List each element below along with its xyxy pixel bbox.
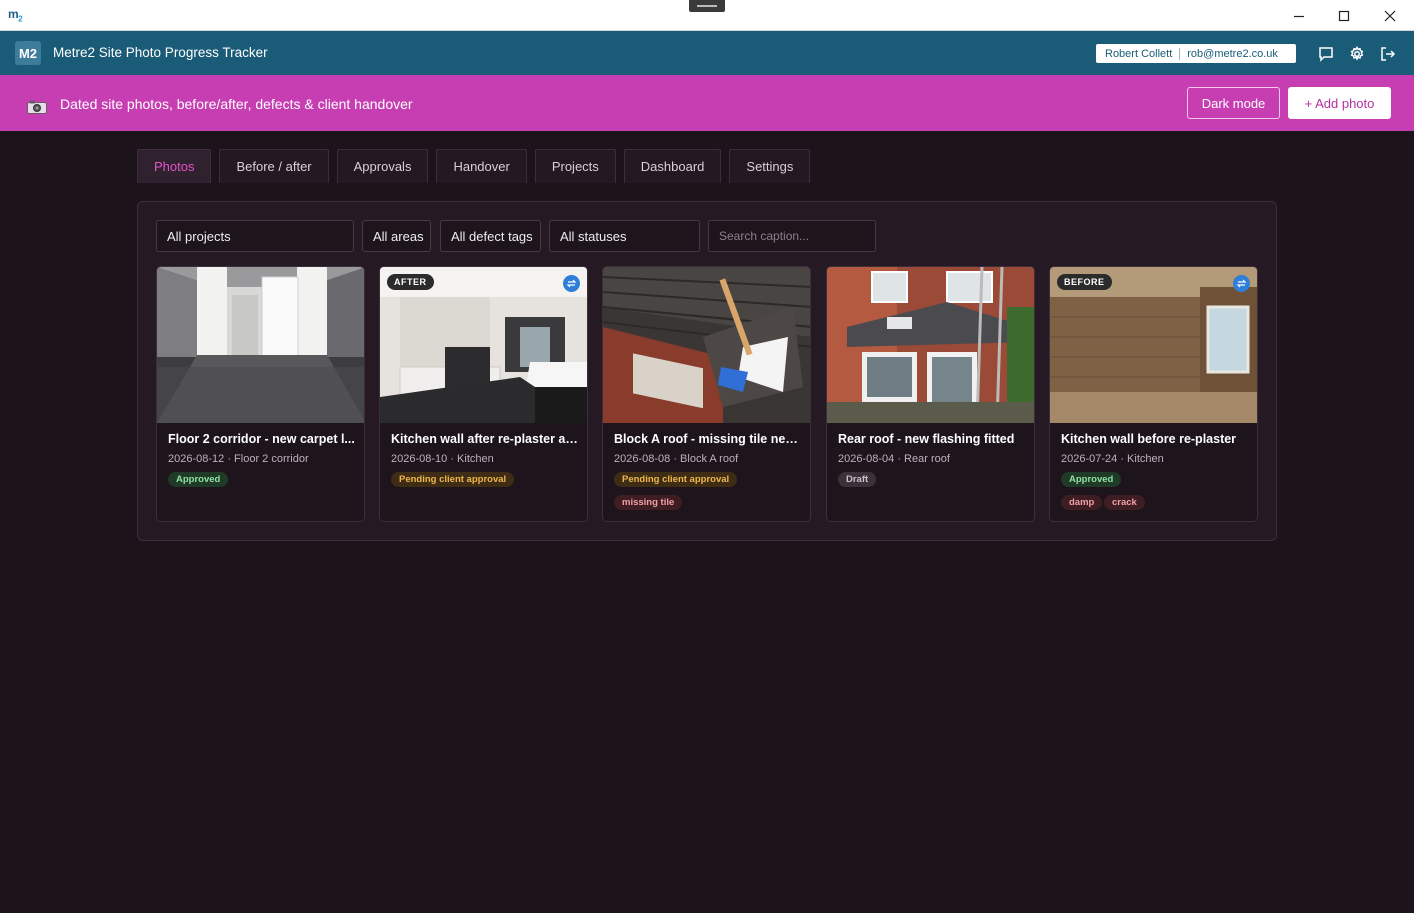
photo-title: Kitchen wall before re-plaster bbox=[1061, 432, 1237, 446]
add-photo-button[interactable]: + Add photo bbox=[1288, 87, 1391, 119]
sync-icon bbox=[563, 275, 580, 292]
photo-thumbnail[interactable] bbox=[157, 267, 364, 423]
photos-panel: All projects All areas All defect tags A… bbox=[137, 201, 1277, 541]
maximize-icon[interactable] bbox=[1321, 0, 1367, 31]
chat-icon[interactable] bbox=[1317, 45, 1335, 63]
photo-card[interactable]: Block A roof - missing tile near... 2026… bbox=[602, 266, 811, 522]
logout-icon[interactable] bbox=[1379, 45, 1397, 63]
photo-card[interactable]: AFTER Kitchen wall after re-plaster an..… bbox=[379, 266, 588, 522]
defect-tag: damp bbox=[1061, 495, 1103, 510]
status-badge: Pending client approval bbox=[391, 472, 515, 487]
status-badge: Approved bbox=[168, 472, 229, 487]
photo-label: AFTER bbox=[387, 274, 434, 290]
defect-tag: missing tile bbox=[614, 495, 683, 510]
photo-title: Rear roof - new flashing fitted bbox=[838, 432, 1015, 446]
drag-handle[interactable] bbox=[689, 0, 725, 12]
photo-thumbnail[interactable] bbox=[827, 267, 1034, 423]
photo-meta: 2026-08-08 · Block A roof bbox=[614, 453, 739, 465]
tab-before-after[interactable]: Before / after bbox=[219, 149, 329, 183]
tab-projects[interactable]: Projects bbox=[534, 149, 616, 183]
photo-thumbnail[interactable] bbox=[603, 267, 810, 423]
photo-thumbnail[interactable]: AFTER bbox=[380, 267, 587, 423]
dark-mode-button[interactable]: Dark mode bbox=[1187, 87, 1280, 119]
projects-filter[interactable]: All projects bbox=[156, 220, 354, 252]
photo-meta: 2026-08-10 · Kitchen bbox=[391, 453, 494, 465]
app-title: Metre2 Site Photo Progress Tracker bbox=[53, 45, 268, 60]
search-input[interactable]: Search caption... bbox=[708, 220, 876, 252]
photo-thumbnail[interactable]: BEFORE bbox=[1050, 267, 1257, 423]
tab-handover[interactable]: Handover bbox=[436, 149, 527, 183]
window-titlebar: m2 bbox=[0, 0, 1414, 31]
status-badge: Approved bbox=[1061, 472, 1122, 487]
camera-icon bbox=[27, 100, 47, 114]
defect-tag: crack bbox=[1104, 495, 1145, 510]
tab-approvals[interactable]: Approvals bbox=[336, 149, 429, 183]
photo-card[interactable]: Floor 2 corridor - new carpet l... 2026-… bbox=[156, 266, 365, 522]
photo-card[interactable]: Rear roof - new flashing fitted 2026-08-… bbox=[826, 266, 1035, 522]
defect-tags-filter[interactable]: All defect tags bbox=[440, 220, 541, 252]
photo-meta: 2026-08-12 · Floor 2 corridor bbox=[168, 453, 309, 465]
close-icon[interactable] bbox=[1367, 0, 1413, 31]
photo-label: BEFORE bbox=[1057, 274, 1112, 290]
tab-photos[interactable]: Photos bbox=[137, 149, 212, 183]
minimize-icon[interactable] bbox=[1276, 0, 1322, 31]
user-email: rob@metre2.co.uk bbox=[1187, 47, 1278, 60]
gear-icon[interactable] bbox=[1348, 45, 1366, 63]
areas-filter[interactable]: All areas bbox=[362, 220, 431, 252]
user-name: Robert Collett bbox=[1096, 47, 1181, 60]
statuses-filter[interactable]: All statuses bbox=[549, 220, 700, 252]
tab-dashboard[interactable]: Dashboard bbox=[623, 149, 722, 183]
photo-card[interactable]: BEFORE Kitchen wall before re-plaster 20… bbox=[1049, 266, 1258, 522]
app-logo: m2 bbox=[8, 7, 23, 24]
status-badge: Draft bbox=[838, 472, 877, 487]
photo-title: Block A roof - missing tile near... bbox=[614, 432, 804, 446]
info-banner: Dated site photos, before/after, defects… bbox=[0, 75, 1414, 131]
banner-text: Dated site photos, before/after, defects… bbox=[60, 96, 413, 112]
status-badge: Pending client approval bbox=[614, 472, 738, 487]
photo-meta: 2026-07-24 · Kitchen bbox=[1061, 453, 1164, 465]
app-badge: M2 bbox=[15, 41, 41, 65]
sync-icon bbox=[1233, 275, 1250, 292]
photo-title: Floor 2 corridor - new carpet l... bbox=[168, 432, 355, 446]
photo-meta: 2026-08-04 · Rear roof bbox=[838, 453, 950, 465]
app-header: M2 Metre2 Site Photo Progress Tracker Ro… bbox=[0, 31, 1414, 75]
main-tabs: Photos Before / after Approvals Handover… bbox=[137, 149, 818, 183]
tab-settings[interactable]: Settings bbox=[729, 149, 811, 183]
user-account[interactable]: Robert Collett rob@metre2.co.uk bbox=[1096, 44, 1296, 63]
photo-title: Kitchen wall after re-plaster an... bbox=[391, 432, 581, 446]
